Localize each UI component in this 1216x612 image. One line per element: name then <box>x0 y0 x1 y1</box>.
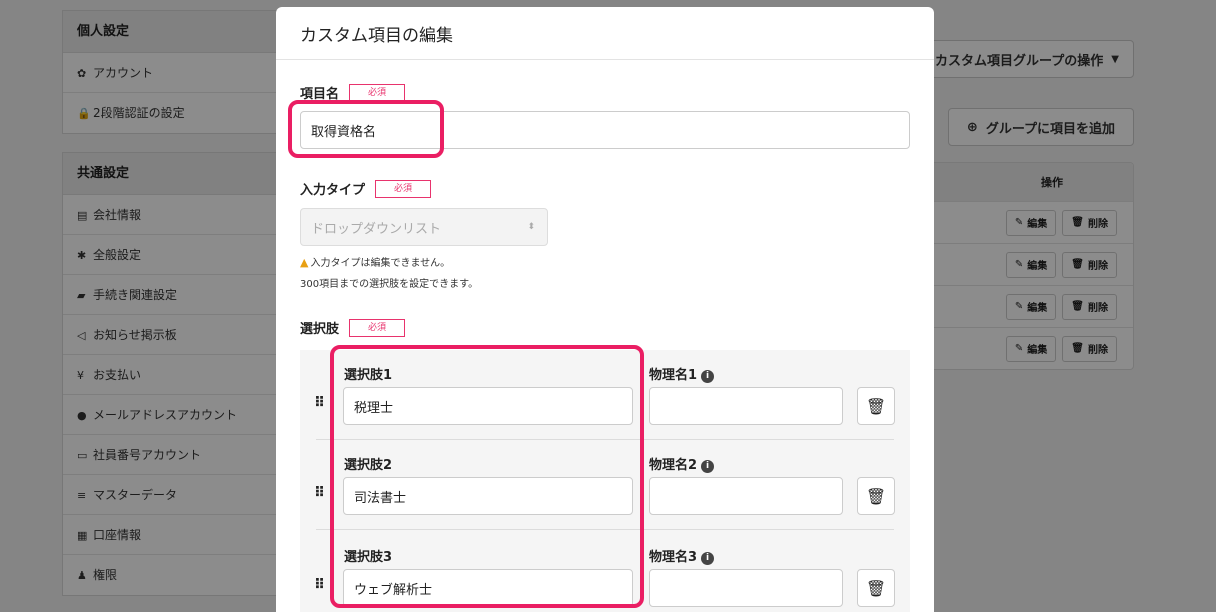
choice-value-input[interactable]: 司法書士 <box>343 477 633 515</box>
input-type-select[interactable]: ドロップダウンリスト ⬍ <box>300 208 548 246</box>
choice-value-input[interactable]: 税理士 <box>343 387 633 425</box>
select-arrows-icon: ⬍ <box>527 222 535 232</box>
trash-icon: 🗑 <box>865 396 887 416</box>
warning-icon: ▲ <box>300 256 309 269</box>
choices-list: ⠿ 選択肢1 税理士 物理名1 i 🗑 ⠿ 選択肢2 司法書士 物理名2 i 🗑 ⠿… <box>300 350 910 612</box>
drag-handle-icon[interactable]: ⠿ <box>314 485 325 501</box>
trash-icon: 🗑 <box>865 486 887 506</box>
input-type-warning: ▲ 入力タイプは編集できません。 <box>300 256 451 269</box>
drag-handle-icon[interactable]: ⠿ <box>314 395 325 411</box>
choices-label: 選択肢 必須 <box>300 318 406 337</box>
item-name-label: 項目名 必須 <box>300 83 406 102</box>
delete-choice-button[interactable]: 🗑 <box>857 569 895 607</box>
delete-choice-button[interactable]: 🗑 <box>857 387 895 425</box>
edit-custom-item-modal: カスタム項目の編集 項目名 必須 取得資格名 入力タイプ 必須 ドロップダウンリ… <box>276 7 934 612</box>
item-name-input[interactable]: 取得資格名 <box>300 111 910 149</box>
info-icon[interactable]: i <box>701 370 715 383</box>
physical-name-label: 物理名3 i <box>649 546 715 565</box>
required-badge: 必須 <box>375 179 432 198</box>
required-badge: 必須 <box>349 318 406 337</box>
physical-name-input[interactable] <box>649 387 843 425</box>
trash-icon: 🗑 <box>865 578 887 598</box>
choice-label: 選択肢3 <box>344 550 393 565</box>
drag-handle-icon[interactable]: ⠿ <box>314 577 325 593</box>
info-icon[interactable]: i <box>701 552 715 565</box>
physical-name-input[interactable] <box>649 477 843 515</box>
physical-name-input[interactable] <box>649 569 843 607</box>
physical-name-label: 物理名2 i <box>649 454 715 473</box>
modal-title: カスタム項目の編集 <box>276 7 934 60</box>
choice-value-input[interactable]: ウェブ解析士 <box>343 569 633 607</box>
choice-row: ⠿ 選択肢3 ウェブ解析士 物理名3 i 🗑 <box>314 530 895 612</box>
choice-label: 選択肢1 <box>344 368 393 383</box>
choice-row: ⠿ 選択肢2 司法書士 物理名2 i 🗑 <box>314 440 895 530</box>
input-type-label: 入力タイプ 必須 <box>300 179 432 198</box>
info-icon[interactable]: i <box>701 460 715 473</box>
choice-row: ⠿ 選択肢1 税理士 物理名1 i 🗑 <box>314 350 895 440</box>
physical-name-label: 物理名1 i <box>649 364 715 383</box>
required-badge: 必須 <box>349 83 406 102</box>
delete-choice-button[interactable]: 🗑 <box>857 477 895 515</box>
choices-limit-note: 300項目までの選択肢を設定できます。 <box>300 279 479 290</box>
choice-label: 選択肢2 <box>344 458 393 473</box>
